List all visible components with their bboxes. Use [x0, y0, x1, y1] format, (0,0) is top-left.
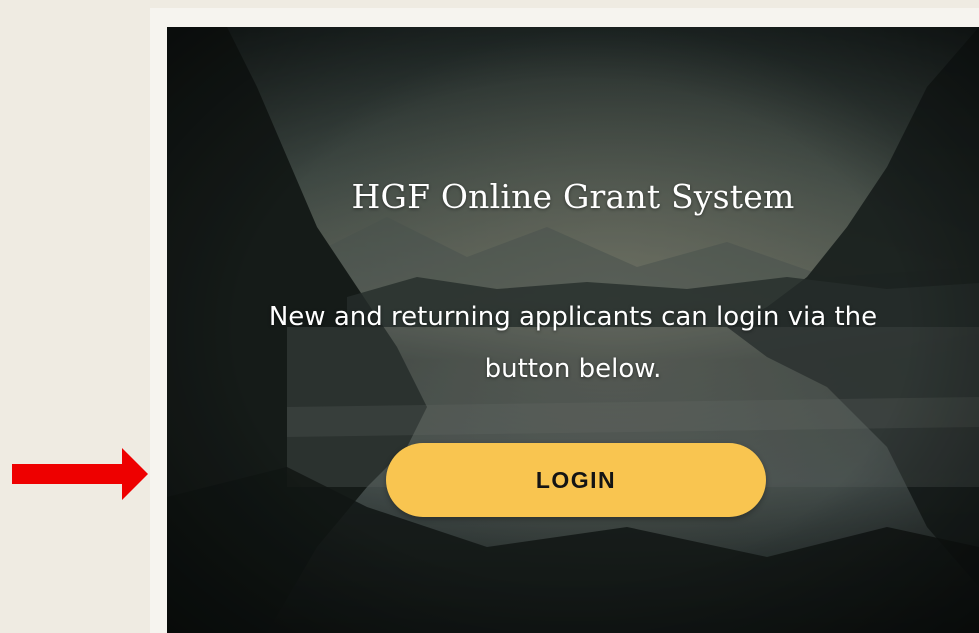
page-title: HGF Online Grant System: [351, 177, 795, 216]
login-button[interactable]: LOGIN: [386, 443, 766, 517]
login-instructions: New and returning applicants can login v…: [268, 302, 878, 384]
right-arrow-icon: [12, 448, 148, 500]
hero-section: HGF Online Grant System New and returnin…: [167, 27, 979, 633]
page: HGF Online Grant System New and returnin…: [0, 0, 979, 633]
